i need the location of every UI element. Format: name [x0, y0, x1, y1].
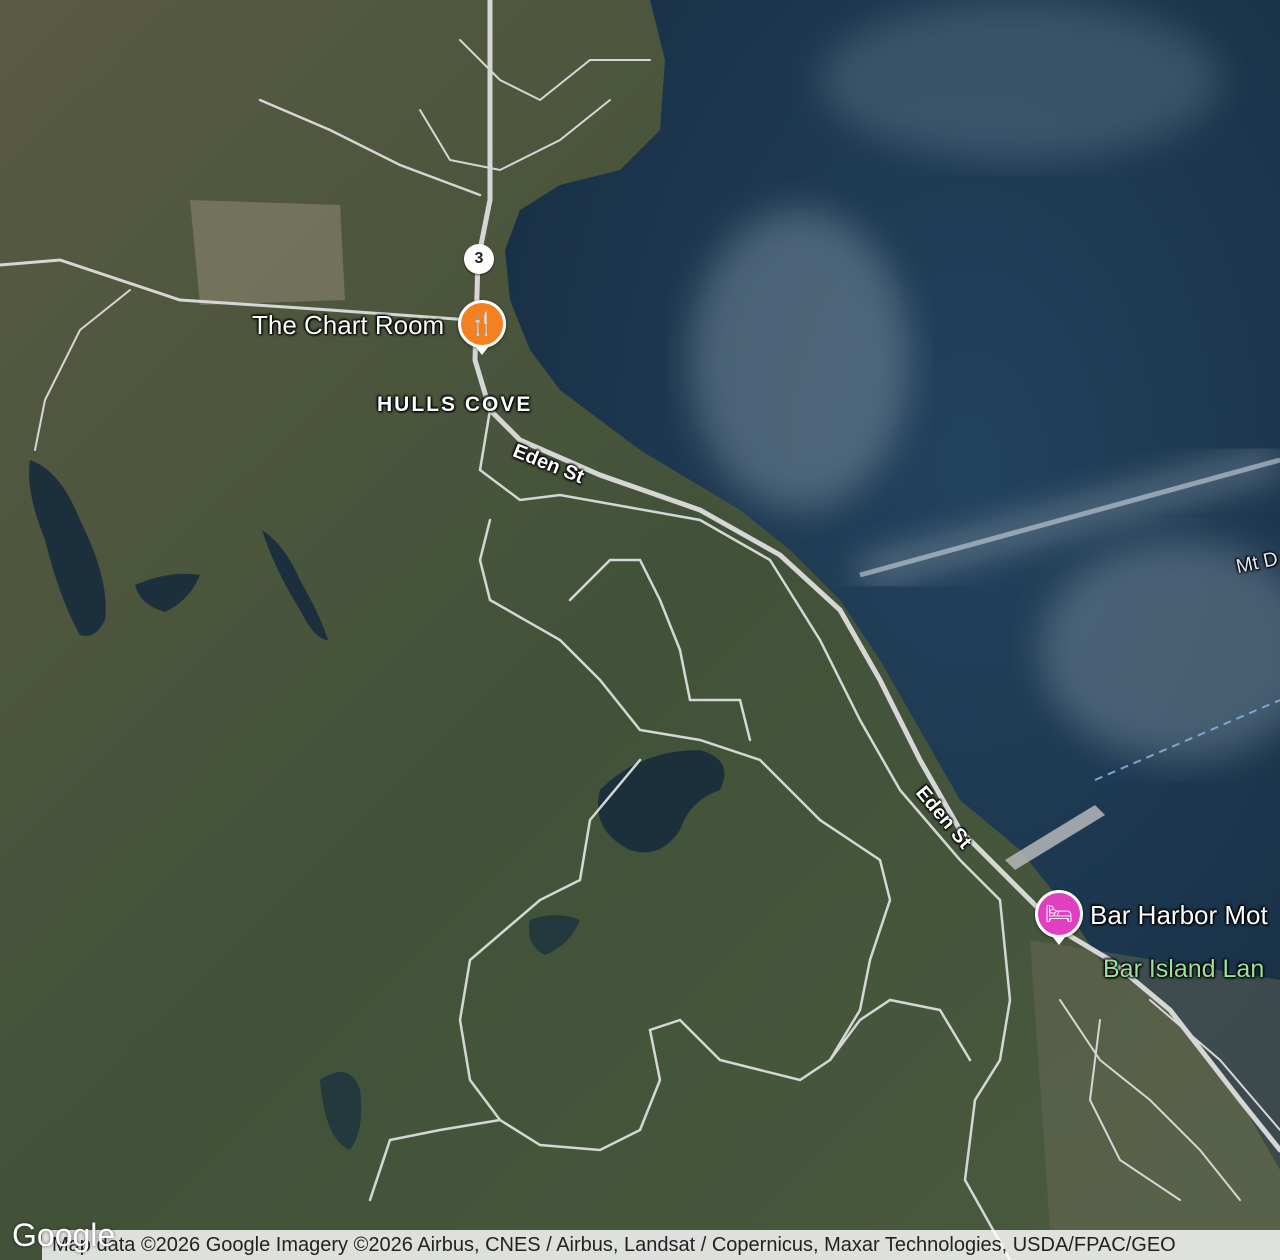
route-3-shield: 3	[464, 244, 494, 274]
satellite-map[interactable]	[0, 0, 1280, 1260]
map-footer: Map data ©2026 Google Imagery ©2026 Airb…	[0, 1217, 1280, 1260]
poi-label-bar-harbor[interactable]: Bar Harbor Mot	[1090, 900, 1268, 931]
cloud-haze	[820, 0, 1220, 160]
cloud-haze	[690, 210, 910, 510]
hotel-pin[interactable]: 🛏	[1035, 890, 1083, 945]
restaurant-pin[interactable]: 🍴	[458, 300, 506, 355]
google-logo: Google	[12, 1217, 116, 1253]
map-attribution[interactable]: Map data ©2026 Google Imagery ©2026 Airb…	[42, 1230, 1280, 1260]
restaurant-icon: 🍴	[468, 311, 496, 336]
poi-label-chart-room[interactable]: The Chart Room	[252, 310, 444, 341]
landmark-label-bar-island[interactable]: Bar Island Lan	[1103, 955, 1264, 984]
hotel-bed-icon: 🛏	[1045, 901, 1073, 926]
area-label-hulls-cove: HULLS COVE	[377, 393, 533, 416]
town-clearing	[190, 200, 345, 305]
